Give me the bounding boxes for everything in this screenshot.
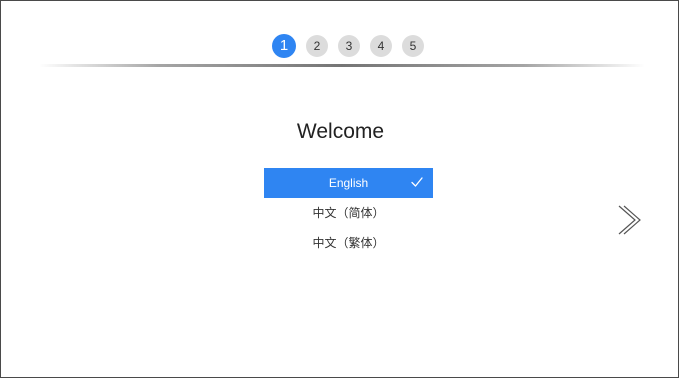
language-label: English — [328, 176, 369, 190]
language-option-english[interactable]: English — [264, 168, 433, 198]
language-label: 中文（简体） — [312, 206, 385, 220]
step-4: 4 — [370, 35, 392, 57]
check-icon — [411, 177, 423, 187]
header-divider — [39, 64, 645, 67]
setup-wizard-screen: 1 2 3 4 5 Welcome English 中文（简体） 中文（繁体） — [0, 0, 679, 378]
step-1: 1 — [272, 34, 296, 58]
step-indicator: 1 2 3 4 5 — [272, 34, 424, 58]
language-list: English 中文（简体） 中文（繁体） — [264, 168, 433, 258]
language-option-chinese-traditional[interactable]: 中文（繁体） — [264, 228, 433, 258]
step-2: 2 — [306, 35, 328, 57]
chevron-right-icon[interactable] — [615, 205, 641, 235]
step-5: 5 — [402, 35, 424, 57]
step-3: 3 — [338, 35, 360, 57]
language-label: 中文（繁体） — [312, 236, 385, 250]
language-option-chinese-simplified[interactable]: 中文（简体） — [264, 198, 433, 228]
page-title: Welcome — [296, 120, 385, 143]
